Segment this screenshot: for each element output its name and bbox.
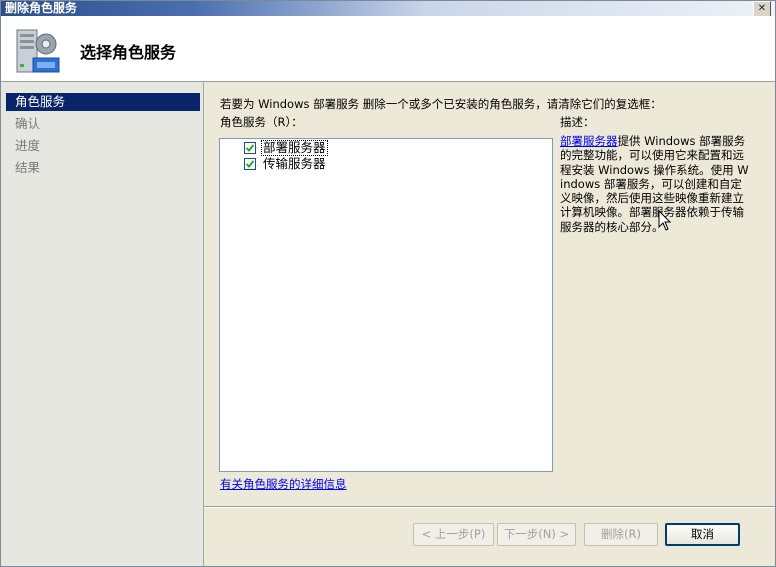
description-panel: 部署服务器提供 Windows 部署服务的完整功能，可以使用它来配置和远程安装 … bbox=[560, 134, 750, 234]
description-text: 提供 Windows 部署服务的完整功能，可以使用它来配置和远程安装 Windo… bbox=[560, 134, 749, 234]
wizard-steps-sidebar: 角色服务 确认 进度 结果 bbox=[1, 82, 204, 566]
wizard-header: 选择角色服务 bbox=[1, 16, 775, 82]
list-item[interactable]: 传输服务器 bbox=[244, 157, 327, 171]
server-roles-icon bbox=[16, 29, 60, 73]
sidebar-item-role-services[interactable]: 角色服务 bbox=[6, 93, 200, 111]
transport-server-checkbox[interactable] bbox=[244, 158, 256, 170]
more-info-link[interactable]: 有关角色服务的详细信息 bbox=[220, 476, 347, 492]
sidebar-item-confirmation[interactable]: 确认 bbox=[6, 115, 200, 133]
instruction-text: 若要为 Windows 部署服务 删除一个或多个已安装的角色服务，请清除它们的复… bbox=[220, 97, 662, 111]
sidebar-item-progress[interactable]: 进度 bbox=[6, 137, 200, 155]
description-label: 描述： bbox=[560, 115, 595, 129]
previous-button[interactable]: < 上一步(P) bbox=[413, 523, 494, 546]
check-icon bbox=[245, 144, 255, 152]
remove-role-services-window: 删除角色服务 ✕ 选择角色服务 角色服务 确认 进度 结果 若要为 Window… bbox=[0, 0, 776, 567]
role-label[interactable]: 传输服务器 bbox=[262, 157, 327, 171]
sidebar-item-results[interactable]: 结果 bbox=[6, 159, 200, 177]
check-icon bbox=[245, 160, 255, 168]
role-services-label: 角色服务（R）： bbox=[220, 115, 303, 129]
mouse-cursor-icon bbox=[658, 210, 672, 231]
title-bar[interactable]: 删除角色服务 ✕ bbox=[1, 1, 775, 17]
remove-button[interactable]: 删除(R) bbox=[584, 523, 658, 546]
role-label[interactable]: 部署服务器 bbox=[261, 140, 328, 156]
button-divider bbox=[204, 506, 775, 508]
close-window-button[interactable]: ✕ bbox=[753, 1, 771, 17]
window-title: 删除角色服务 bbox=[5, 1, 78, 15]
deployment-server-link[interactable]: 部署服务器 bbox=[560, 134, 618, 148]
page-title: 选择角色服务 bbox=[80, 43, 177, 62]
next-button[interactable]: 下一步(N) > bbox=[497, 523, 576, 546]
list-item[interactable]: 部署服务器 bbox=[244, 140, 328, 156]
role-services-list[interactable]: 部署服务器 传输服务器 bbox=[219, 138, 553, 472]
wizard-content: 若要为 Windows 部署服务 删除一个或多个已安装的角色服务，请清除它们的复… bbox=[204, 82, 775, 566]
cancel-button[interactable]: 取消 bbox=[665, 523, 740, 546]
deployment-server-checkbox[interactable] bbox=[244, 142, 256, 154]
